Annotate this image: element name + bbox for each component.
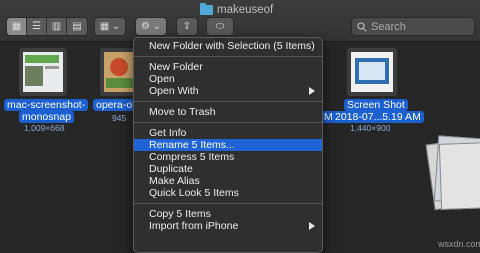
menu-item-label: Rename 5 Items... (149, 139, 235, 151)
menu-item-label: Move to Trash (149, 106, 216, 118)
menu-item-label: Open With (149, 85, 199, 97)
menu-separator (134, 122, 322, 123)
menu-separator (134, 56, 322, 57)
menu-item-copy[interactable]: Copy 5 Items (134, 208, 322, 220)
menu-item-label: Duplicate (149, 163, 193, 175)
menu-item-duplicate[interactable]: Duplicate (134, 163, 322, 175)
action-button[interactable]: ⚙ ⌄ (135, 17, 167, 36)
menu-item-label: Quick Look 5 Items (149, 187, 239, 199)
search-field[interactable] (351, 17, 475, 36)
menu-item-get-info[interactable]: Get Info (134, 127, 322, 139)
menu-item-quick-look[interactable]: Quick Look 5 Items (134, 187, 322, 199)
menu-item-rename[interactable]: Rename 5 Items... (134, 139, 322, 151)
menu-item-label: Make Alias (149, 175, 200, 187)
menu-item-compress[interactable]: Compress 5 Items (134, 151, 322, 163)
file-name[interactable]: Screen Shot (344, 99, 408, 111)
menu-item-move-to-trash[interactable]: Move to Trash (134, 106, 322, 118)
menu-item-new-folder-with-selection[interactable]: New Folder with Selection (5 Items) (134, 40, 322, 52)
grid-view-icon[interactable]: ▦ (7, 18, 27, 35)
menu-item-label: New Folder with Selection (5 Items) (149, 40, 315, 52)
menu-item-label: Open (149, 73, 175, 85)
image-stack (425, 135, 480, 225)
file-dimensions: 1,009×668 (24, 123, 65, 133)
file-thumbnail[interactable] (347, 48, 397, 96)
gallery-view-icon[interactable]: ▤ (67, 18, 87, 35)
watermark: wsxdn.com (438, 239, 480, 249)
tags-button[interactable]: ⬭ (206, 17, 234, 36)
menu-separator (134, 203, 322, 204)
menu-item-label: Copy 5 Items (149, 208, 211, 220)
menu-item-import-from-iphone[interactable]: Import from iPhone (134, 220, 322, 232)
menu-item-new-folder[interactable]: New Folder (134, 61, 322, 73)
submenu-arrow-icon (309, 87, 315, 95)
menu-item-make-alias[interactable]: Make Alias (134, 175, 322, 187)
share-icon: ⇪ (182, 20, 192, 32)
menu-item-open-with[interactable]: Open With (134, 85, 322, 97)
menu-separator (134, 101, 322, 102)
window-toolbar: makeuseof ▦ ☰ ▥ ▤ ▦ ⌄ ⚙ ⌄ ⇪ ⬭ (0, 0, 480, 42)
context-menu: New Folder with Selection (5 Items) New … (133, 37, 323, 253)
file-name[interactable]: mac-screenshot- (4, 99, 89, 111)
file-name[interactable]: opera-ol (93, 99, 138, 111)
action-label: ⚙ ⌄ (140, 20, 162, 32)
file-name-line2[interactable]: 2018-07...5.19 AM (332, 111, 424, 123)
menu-item-label: New Folder (149, 61, 203, 73)
file-dimensions: 1,440×900 (350, 123, 391, 133)
file-thumbnail[interactable] (19, 48, 67, 96)
view-mode-control: ▦ ☰ ▥ ▤ (6, 17, 88, 36)
tag-icon: ⬭ (215, 20, 225, 32)
menu-item-open[interactable]: Open (134, 73, 322, 85)
file-dimensions: 945 (112, 113, 127, 123)
window-title: makeuseof (200, 3, 273, 17)
menu-item-label: Compress 5 Items (149, 151, 235, 163)
folder-icon (200, 3, 213, 15)
submenu-arrow-icon (309, 222, 315, 230)
search-icon (357, 21, 367, 32)
menu-item-label: Get Info (149, 127, 187, 139)
arrange-button[interactable]: ▦ ⌄ (94, 17, 126, 36)
menu-item-label: Import from iPhone (149, 220, 239, 232)
search-input[interactable] (371, 20, 471, 33)
column-view-icon[interactable]: ▥ (47, 18, 67, 35)
window-title-text: makeuseof (217, 4, 274, 16)
file-name-line2[interactable]: monosnap (19, 111, 75, 123)
arrange-label: ▦ ⌄ (99, 20, 121, 32)
list-view-icon[interactable]: ☰ (27, 18, 47, 35)
share-button[interactable]: ⇪ (176, 17, 198, 36)
